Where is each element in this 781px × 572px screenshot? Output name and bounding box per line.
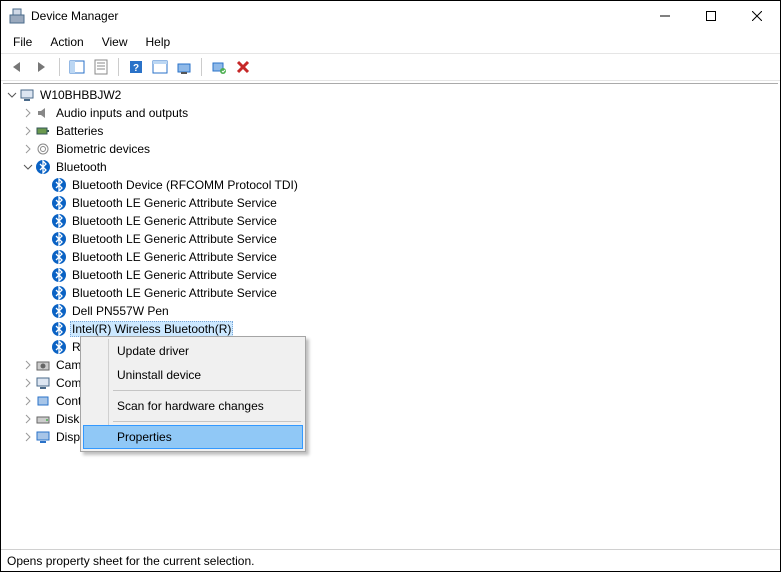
tree-item-label: Bluetooth LE Generic Attribute Service: [70, 268, 279, 282]
options-button[interactable]: [149, 56, 171, 78]
tree-node-bt-le6[interactable]: Bluetooth LE Generic Attribute Service: [5, 284, 778, 302]
chevron-right-icon[interactable]: [21, 412, 35, 426]
disk-icon: [35, 411, 51, 427]
bluetooth-icon: [35, 159, 51, 175]
tree-node-bt-le2[interactable]: Bluetooth LE Generic Attribute Service: [5, 212, 778, 230]
menu-help[interactable]: Help: [138, 33, 179, 51]
ctx-update-driver[interactable]: Update driver: [83, 339, 303, 363]
window-title: Device Manager: [31, 9, 118, 23]
camera-icon: [35, 357, 51, 373]
help-button[interactable]: ?: [125, 56, 147, 78]
tree-item-label: Bluetooth LE Generic Attribute Service: [70, 250, 279, 264]
tree-node-bt-le4[interactable]: Bluetooth LE Generic Attribute Service: [5, 248, 778, 266]
tree-node-bt-rfcomm[interactable]: Bluetooth Device (RFCOMM Protocol TDI): [5, 176, 778, 194]
menu-separator: [113, 421, 301, 422]
context-menu: Update driver Uninstall device Scan for …: [80, 336, 306, 452]
toolbar: ?: [1, 53, 780, 81]
uninstall-button[interactable]: [232, 56, 254, 78]
bluetooth-icon: [51, 249, 67, 265]
update-driver-button[interactable]: [173, 56, 195, 78]
tree-root[interactable]: W10BHBBJW2: [5, 86, 778, 104]
chevron-right-icon[interactable]: [21, 106, 35, 120]
display-adapter-icon: [35, 429, 51, 445]
properties-button[interactable]: [90, 56, 112, 78]
monitor-icon: [35, 375, 51, 391]
tree-node-bluetooth[interactable]: Bluetooth: [5, 158, 778, 176]
ctx-scan-hardware[interactable]: Scan for hardware changes: [83, 394, 303, 418]
bluetooth-icon: [51, 195, 67, 211]
fingerprint-icon: [35, 141, 51, 157]
statusbar-text: Opens property sheet for the current sel…: [7, 554, 774, 568]
menu-action[interactable]: Action: [42, 33, 91, 51]
bluetooth-icon: [51, 231, 67, 247]
chevron-right-icon[interactable]: [21, 430, 35, 444]
svg-text:?: ?: [133, 63, 139, 74]
computer-icon: [19, 87, 35, 103]
tree-item-label: Bluetooth LE Generic Attribute Service: [70, 232, 279, 246]
forward-button[interactable]: [31, 56, 53, 78]
tree-scroll[interactable]: W10BHBBJW2 Audio inputs and outputs: [3, 84, 778, 547]
tree-item-label: Bluetooth Device (RFCOMM Protocol TDI): [70, 178, 300, 192]
bluetooth-icon: [51, 285, 67, 301]
tree-item-label: Bluetooth LE Generic Attribute Service: [70, 196, 279, 210]
tree-node-audio[interactable]: Audio inputs and outputs: [5, 104, 778, 122]
tree-item-label: Intel(R) Wireless Bluetooth(R): [70, 321, 233, 337]
menu-view[interactable]: View: [94, 33, 136, 51]
bluetooth-icon: [51, 267, 67, 283]
security-device-icon: [35, 393, 51, 409]
ctx-properties[interactable]: Properties: [83, 425, 303, 449]
tree-node-bt-le3[interactable]: Bluetooth LE Generic Attribute Service: [5, 230, 778, 248]
tree-pane: W10BHBBJW2 Audio inputs and outputs: [3, 83, 778, 547]
app-icon: [9, 8, 25, 24]
maximize-button[interactable]: [688, 1, 734, 31]
chevron-right-icon[interactable]: [21, 394, 35, 408]
scan-hardware-button[interactable]: [208, 56, 230, 78]
tree-node-bt-le1[interactable]: Bluetooth LE Generic Attribute Service: [5, 194, 778, 212]
minimize-button[interactable]: [642, 1, 688, 31]
chevron-right-icon[interactable]: [21, 376, 35, 390]
chevron-right-icon[interactable]: [21, 142, 35, 156]
tree-node-bt-le5[interactable]: Bluetooth LE Generic Attribute Service: [5, 266, 778, 284]
menubar: File Action View Help: [1, 31, 780, 53]
tree-node-bt-pen[interactable]: Dell PN557W Pen: [5, 302, 778, 320]
tree-item-label: Dell PN557W Pen: [70, 304, 171, 318]
statusbar: Opens property sheet for the current sel…: [1, 549, 780, 571]
chevron-down-icon[interactable]: [21, 160, 35, 174]
bluetooth-icon: [51, 339, 67, 355]
bluetooth-icon: [51, 303, 67, 319]
tree-item-label: Bluetooth LE Generic Attribute Service: [70, 214, 279, 228]
tree-item-label: Bluetooth LE Generic Attribute Service: [70, 286, 279, 300]
chevron-right-icon[interactable]: [21, 124, 35, 138]
chevron-right-icon[interactable]: [21, 358, 35, 372]
tree-node-batteries[interactable]: Batteries: [5, 122, 778, 140]
show-hide-pane-button[interactable]: [66, 56, 88, 78]
bluetooth-icon: [51, 177, 67, 193]
tree-root-label: W10BHBBJW2: [38, 88, 123, 102]
battery-icon: [35, 123, 51, 139]
bluetooth-icon: [51, 321, 67, 337]
chevron-down-icon[interactable]: [5, 88, 19, 102]
speaker-icon: [35, 105, 51, 121]
menu-file[interactable]: File: [5, 33, 40, 51]
back-button[interactable]: [7, 56, 29, 78]
menu-separator: [113, 390, 301, 391]
bluetooth-icon: [51, 213, 67, 229]
close-button[interactable]: [734, 1, 780, 31]
tree-node-biometric[interactable]: Biometric devices: [5, 140, 778, 158]
ctx-uninstall-device[interactable]: Uninstall device: [83, 363, 303, 387]
titlebar: Device Manager: [1, 1, 780, 31]
